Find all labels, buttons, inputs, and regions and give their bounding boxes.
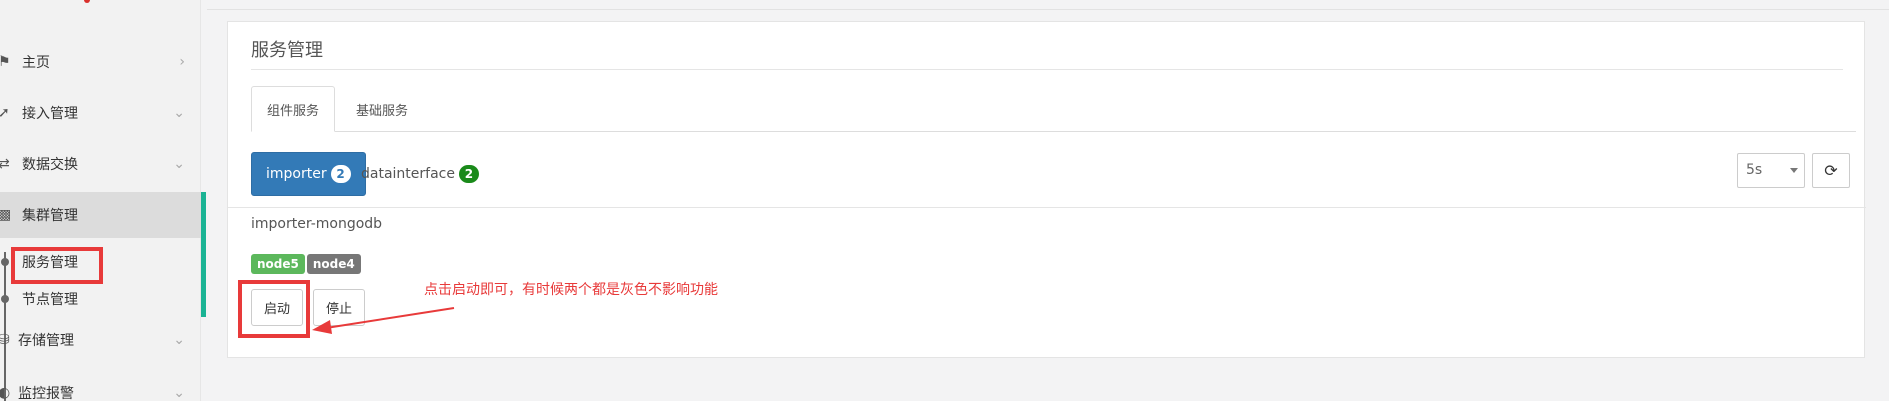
tab-basic-services[interactable]: 基础服务 (341, 86, 423, 132)
arrow-head (312, 320, 332, 334)
sidebar-item-storage[interactable]: ⛁ 存储管理 ⌄ (0, 317, 201, 363)
annotation-highlight-sidebar (11, 247, 103, 284)
chevron-down-icon: ⌄ (173, 105, 185, 121)
exchange-icon: ⇄ (0, 156, 10, 172)
sidebar-item-cluster[interactable]: ▩ 集群管理 (0, 192, 201, 238)
annotation-highlight-start (238, 280, 310, 338)
plug-icon: ➚ (0, 105, 10, 121)
refresh-icon: ⟳ (1824, 161, 1838, 180)
node-badges: node5 node4 (251, 254, 361, 274)
caret-down-icon (1790, 168, 1798, 173)
title-divider (251, 69, 1843, 70)
chevron-right-icon: › (179, 54, 185, 70)
sidebar: ⚑ 主页 › ➚ 接入管理 ⌄ ⇄ 数据交换 ⌄ ▩ 集群管理 服务管理 节点管… (0, 0, 201, 401)
sidebar-subitem-label: 节点管理 (22, 292, 78, 308)
service-detail-name: importer-mongodb (251, 216, 383, 232)
node-badge: node5 (251, 254, 305, 274)
database-icon: ⛁ (0, 332, 10, 348)
service-pill-datainterface[interactable]: datainterface 2 (347, 152, 493, 196)
sidebar-active-accent (201, 192, 206, 317)
tab-component-services[interactable]: 组件服务 (251, 86, 336, 132)
sidebar-item-exchange[interactable]: ⇄ 数据交换 ⌄ (0, 141, 201, 187)
service-count-badge: 2 (458, 165, 479, 183)
sidebar-item-label: 监控报警 (18, 386, 74, 401)
arrow-shaft (325, 307, 455, 329)
service-management-panel: 服务管理 组件服务 基础服务 importer 2 datainterface … (227, 21, 1866, 358)
brand-logo (84, 0, 90, 3)
page-title: 服务管理 (251, 40, 323, 61)
annotation-arrow (312, 307, 455, 334)
tabs-divider (251, 131, 1856, 132)
annotation-note: 点击启动即可，有时候两个都是灰色不影响功能 (424, 282, 718, 298)
sidebar-item-home[interactable]: ⚑ 主页 › (0, 39, 201, 85)
top-bar (207, 0, 1889, 10)
chevron-down-icon: ⌄ (173, 156, 185, 172)
service-name: datainterface (361, 166, 455, 182)
chevron-down-icon: ⌄ (173, 332, 185, 348)
sidebar-item-label: 存储管理 (18, 333, 74, 349)
bullet-dot (1, 295, 9, 303)
refresh-button[interactable]: ⟳ (1812, 153, 1850, 188)
sidebar-item-monitor[interactable]: ◐ 监控报警 ⌄ (0, 370, 201, 401)
interval-value: 5s (1746, 162, 1763, 178)
sidebar-item-label: 接入管理 (22, 106, 78, 122)
sidebar-item-access[interactable]: ➚ 接入管理 ⌄ (0, 90, 201, 136)
chevron-down-icon: ⌄ (173, 385, 185, 401)
service-name: importer (266, 166, 327, 182)
sidebar-item-label: 数据交换 (22, 157, 78, 173)
refresh-interval-select[interactable]: 5s (1737, 153, 1805, 188)
sidebar-item-label: 主页 (22, 55, 50, 71)
bullet-dot (1, 258, 9, 266)
dashboard-icon: ◐ (0, 385, 11, 401)
sitemap-icon: ▩ (0, 207, 12, 223)
sidebar-item-label: 集群管理 (22, 208, 78, 224)
node-badge: node4 (306, 254, 361, 274)
section-divider (228, 207, 1866, 208)
home-icon: ⚑ (0, 54, 11, 70)
